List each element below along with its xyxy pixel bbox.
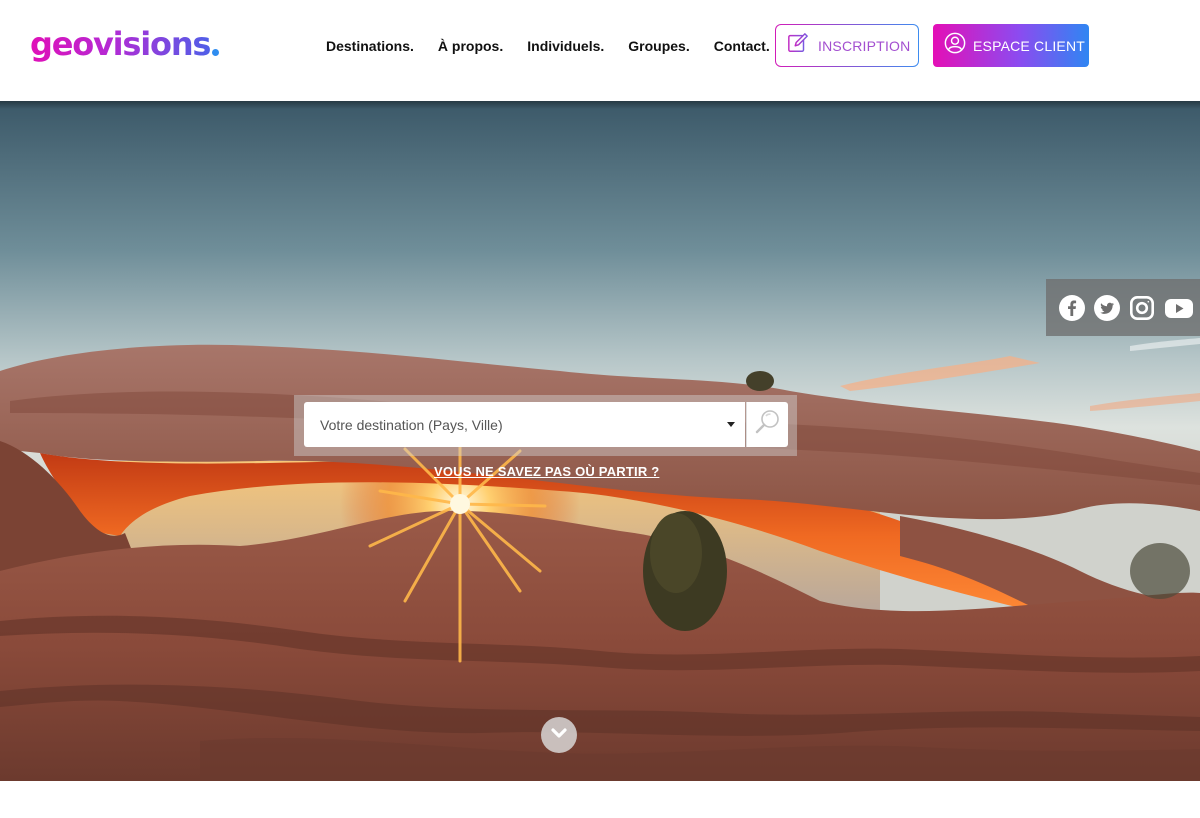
nav-a-propos[interactable]: À propos. <box>438 38 503 54</box>
inscription-button[interactable]: INSCRIPTION <box>775 24 919 67</box>
espace-client-label: ESPACE CLIENT <box>973 37 1086 54</box>
geovisions-logo[interactable]: geovisions <box>30 24 220 64</box>
header-shadow <box>0 101 1200 109</box>
instagram-icon[interactable] <box>1129 295 1155 321</box>
facebook-icon[interactable] <box>1059 294 1085 321</box>
nav-destinations[interactable]: Destinations. <box>326 38 414 54</box>
dropdown-caret-icon[interactable] <box>727 422 735 427</box>
espace-client-button[interactable]: ESPACE CLIENT <box>933 24 1089 67</box>
chevron-down-icon <box>551 726 567 744</box>
search-icon <box>754 408 782 441</box>
search-button[interactable] <box>746 402 788 447</box>
scroll-down-button[interactable] <box>541 717 577 753</box>
nav-individuels[interactable]: Individuels. <box>527 38 604 54</box>
social-links <box>1046 279 1200 336</box>
edit-icon <box>787 32 809 59</box>
logo-text: geovisions <box>30 25 211 63</box>
site-header: geovisions Destinations. À propos. Indiv… <box>0 0 1200 101</box>
nav-groupes[interactable]: Groupes. <box>628 38 689 54</box>
inscription-label: INSCRIPTION <box>818 37 911 54</box>
nav-contact[interactable]: Contact. <box>714 38 770 54</box>
destination-select[interactable] <box>304 402 745 447</box>
destination-input[interactable] <box>320 416 720 433</box>
twitter-icon[interactable] <box>1094 294 1120 321</box>
main-nav: Destinations. À propos. Individuels. Gro… <box>326 38 794 54</box>
hero-section: VOUS NE SAVEZ PAS OÙ PARTIR ? <box>0 101 1200 781</box>
logo-dot <box>212 49 220 56</box>
destination-search <box>294 395 797 456</box>
inspiration-link[interactable]: VOUS NE SAVEZ PAS OÙ PARTIR ? <box>434 464 659 479</box>
youtube-icon[interactable] <box>1164 295 1194 321</box>
user-circle-icon <box>944 32 966 59</box>
